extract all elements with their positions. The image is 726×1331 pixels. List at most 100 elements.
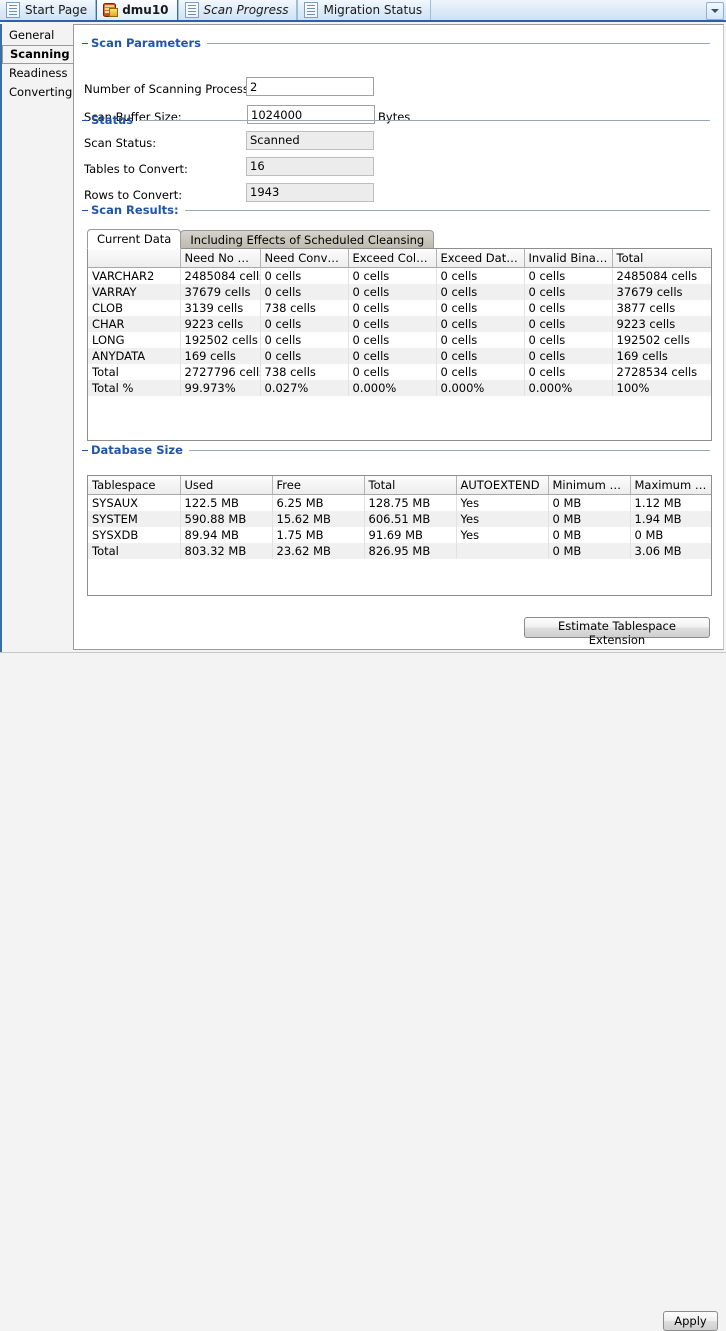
- table-row[interactable]: SYSTEM590.88 MB15.62 MB606.51 MBYes0 MB1…: [88, 511, 711, 527]
- table-row[interactable]: ANYDATA169 cells0 cells0 cells0 cells0 c…: [88, 348, 711, 364]
- tab-scan-progress[interactable]: Scan Progress: [178, 0, 298, 20]
- table-header-row: Need No Conv...Need ConversionExceed Col…: [88, 249, 711, 268]
- table-cell: 606.51 MB: [364, 511, 456, 527]
- section-scan-parameters: Scan Parameters: [82, 36, 710, 50]
- table-cell: 0 cells: [348, 268, 436, 285]
- table-cell: 9223 cells: [180, 316, 260, 332]
- label-scan-status: Scan Status:: [84, 136, 156, 150]
- scan-results-tabs: Current Data Including Effects of Schedu…: [87, 229, 433, 249]
- database-size-table-container[interactable]: TablespaceUsedFreeTotalAUTOEXTENDMinimum…: [87, 475, 712, 596]
- tab-label: dmu10: [122, 4, 168, 16]
- table-cell: 0.000%: [348, 380, 436, 396]
- column-header[interactable]: Minimum Exten...: [548, 476, 630, 495]
- table-cell: VARRAY: [88, 284, 180, 300]
- tab-label: Scan Progress: [204, 4, 289, 16]
- table-row[interactable]: CHAR9223 cells0 cells0 cells0 cells0 cel…: [88, 316, 711, 332]
- collapse-icon[interactable]: [82, 210, 88, 211]
- table-row[interactable]: Total2727796 cells738 cells0 cells0 cell…: [88, 364, 711, 380]
- table-cell: 0 cells: [260, 348, 348, 364]
- label-scanning-processes: Number of Scanning Processes:: [84, 82, 266, 96]
- column-header[interactable]: Free: [272, 476, 364, 495]
- table-cell: 169 cells: [180, 348, 260, 364]
- column-header[interactable]: Invalid Binary R...: [524, 249, 612, 268]
- table-header-row: TablespaceUsedFreeTotalAUTOEXTENDMinimum…: [88, 476, 711, 495]
- table-row[interactable]: VARRAY37679 cells0 cells0 cells0 cells0 …: [88, 284, 711, 300]
- tab-current-data[interactable]: Current Data: [87, 229, 181, 249]
- tab-migration-status[interactable]: Migration Status: [297, 0, 431, 20]
- sidebar-item-general[interactable]: General: [2, 26, 73, 45]
- footer-bar: Apply: [0, 653, 726, 680]
- column-header[interactable]: Total: [364, 476, 456, 495]
- table-cell: 0 cells: [260, 332, 348, 348]
- table-row[interactable]: SYSAUX122.5 MB6.25 MB128.75 MBYes0 MB1.1…: [88, 495, 711, 512]
- table-cell: 0 cells: [436, 284, 524, 300]
- table-cell: 0 cells: [524, 348, 612, 364]
- table-cell: 826.95 MB: [364, 543, 456, 559]
- section-title: Scan Parameters: [91, 36, 201, 50]
- table-row[interactable]: Total %99.973%0.027%0.000%0.000%0.000%10…: [88, 380, 711, 396]
- column-header[interactable]: Need No Conv...: [180, 249, 260, 268]
- label-tables-to-convert: Tables to Convert:: [84, 162, 188, 176]
- column-header[interactable]: [88, 249, 180, 268]
- column-header[interactable]: Exceed Column...: [348, 249, 436, 268]
- tab-including-effects-of-scheduled-cleansing[interactable]: Including Effects of Scheduled Cleansing: [180, 230, 434, 249]
- chevron-down-icon: [711, 9, 719, 13]
- column-header[interactable]: Used: [180, 476, 272, 495]
- table-cell: SYSAUX: [88, 495, 180, 512]
- table-cell: 1.12 MB: [630, 495, 711, 512]
- column-header[interactable]: Total: [612, 249, 711, 268]
- table-row[interactable]: LONG192502 cells0 cells0 cells0 cells0 c…: [88, 332, 711, 348]
- section-status: Status: [82, 113, 710, 127]
- database-size-table-head: TablespaceUsedFreeTotalAUTOEXTENDMinimum…: [88, 476, 711, 495]
- column-header[interactable]: Tablespace: [88, 476, 180, 495]
- tab-overflow-button[interactable]: [706, 2, 724, 20]
- sidebar-item-readiness[interactable]: Readiness: [2, 64, 73, 83]
- apply-button[interactable]: Apply: [663, 1311, 718, 1331]
- rows-to-convert-value: 1943: [246, 183, 374, 202]
- column-header[interactable]: Maximum Exte...: [630, 476, 711, 495]
- table-cell: Total: [88, 364, 180, 380]
- column-header[interactable]: Need Conversion: [260, 249, 348, 268]
- tab-dmu10[interactable]: dmu10: [96, 0, 177, 20]
- sidebar-item-scanning[interactable]: Scanning: [2, 45, 73, 64]
- section-rule: [189, 450, 710, 451]
- table-cell: 192502 cells: [612, 332, 711, 348]
- table-cell: 0 cells: [436, 348, 524, 364]
- table-row[interactable]: VARCHAR22485084 cells0 cells0 cells0 cel…: [88, 268, 711, 285]
- main-tab-bar: Start Page dmu10 Scan Progress Migration…: [0, 0, 726, 22]
- collapse-icon[interactable]: [82, 120, 88, 121]
- table-cell: 0.027%: [260, 380, 348, 396]
- table-row[interactable]: Total803.32 MB23.62 MB826.95 MB0 MB3.06 …: [88, 543, 711, 559]
- table-cell: 128.75 MB: [364, 495, 456, 512]
- document-icon: [185, 2, 199, 18]
- navigation-sidebar: General Scanning Readiness Converting: [0, 24, 73, 680]
- table-cell: 89.94 MB: [180, 527, 272, 543]
- table-row[interactable]: SYSXDB89.94 MB1.75 MB91.69 MBYes0 MB0 MB: [88, 527, 711, 543]
- column-header[interactable]: AUTOEXTEND: [456, 476, 548, 495]
- table-cell: Yes: [456, 527, 548, 543]
- tab-label: Current Data: [97, 232, 171, 246]
- sidebar-item-converting[interactable]: Converting: [2, 83, 73, 102]
- table-cell: 6.25 MB: [272, 495, 364, 512]
- table-cell: 1.94 MB: [630, 511, 711, 527]
- tab-start-page[interactable]: Start Page: [0, 0, 96, 20]
- scan-results-table-container[interactable]: Need No Conv...Need ConversionExceed Col…: [87, 248, 712, 441]
- table-cell: 0 cells: [524, 300, 612, 316]
- estimate-tablespace-extension-button[interactable]: Estimate Tablespace Extension: [524, 617, 710, 638]
- table-cell: 169 cells: [612, 348, 711, 364]
- database-size-table-body: SYSAUX122.5 MB6.25 MB128.75 MBYes0 MB1.1…: [88, 495, 711, 560]
- table-cell: 99.973%: [180, 380, 260, 396]
- table-cell: 15.62 MB: [272, 511, 364, 527]
- sidebar-item-label: General: [9, 28, 54, 42]
- column-header[interactable]: Exceed Data T...: [436, 249, 524, 268]
- collapse-icon[interactable]: [82, 450, 88, 451]
- table-row[interactable]: CLOB3139 cells738 cells0 cells0 cells0 c…: [88, 300, 711, 316]
- table-cell: 2727796 cells: [180, 364, 260, 380]
- table-cell: 2728534 cells: [612, 364, 711, 380]
- collapse-icon[interactable]: [82, 43, 88, 44]
- sidebar-item-label: Readiness: [9, 66, 67, 80]
- tab-label: Start Page: [25, 4, 87, 16]
- table-cell: 0 cells: [436, 332, 524, 348]
- scanning-processes-input[interactable]: [246, 77, 374, 96]
- table-cell: 0 cells: [348, 332, 436, 348]
